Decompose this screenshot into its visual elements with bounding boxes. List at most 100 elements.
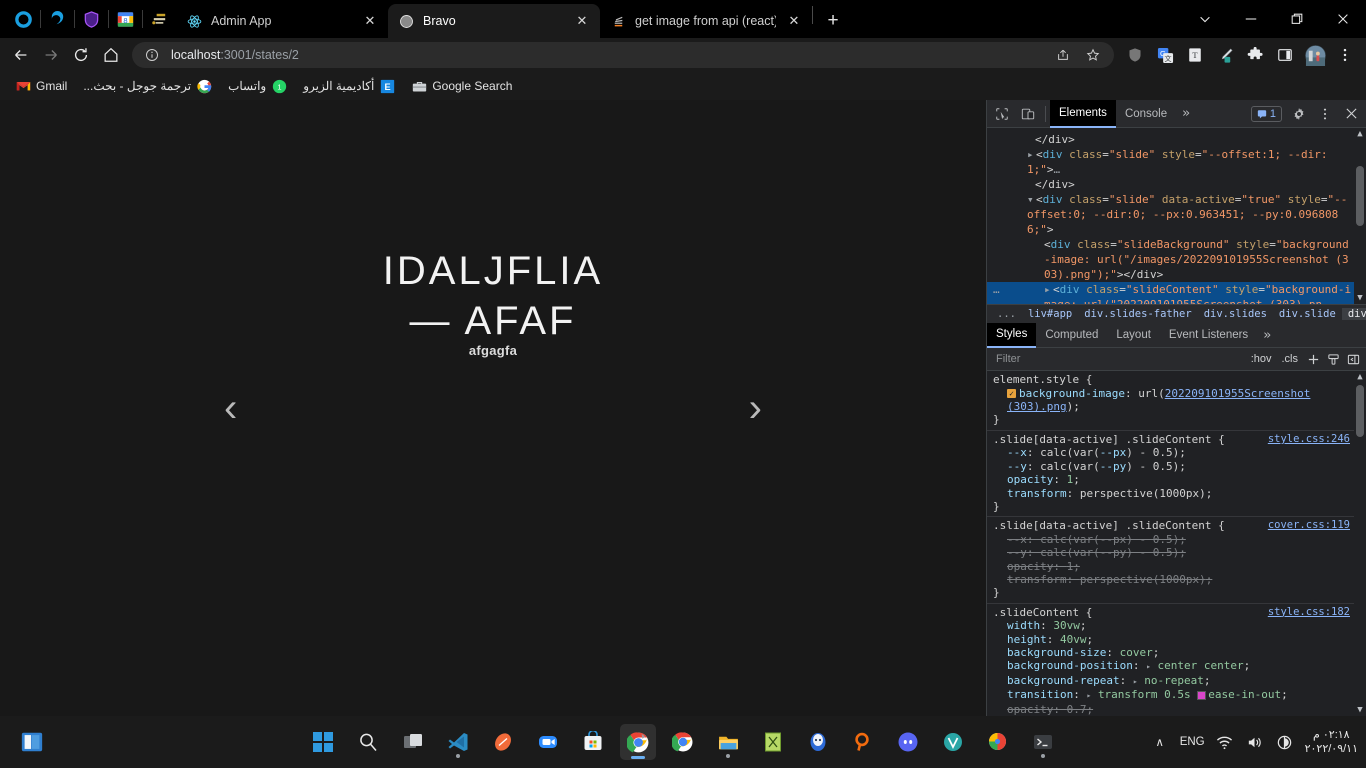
google-translate-icon[interactable]: G文 [1150, 40, 1180, 70]
expand-triangle-icon[interactable]: ▸ [1133, 677, 1138, 686]
dom-line[interactable]: </div> [987, 177, 1366, 192]
search-orange-icon[interactable] [845, 724, 881, 760]
tray-chevron-icon[interactable]: ∧ [1150, 732, 1170, 752]
tab-search-chevron-icon[interactable] [1182, 0, 1228, 38]
bookmark-google-search[interactable]: Google Search [404, 75, 519, 97]
sidebar-toggle-icon[interactable] [1344, 350, 1362, 368]
dom-line[interactable]: </div> [987, 132, 1366, 147]
pinned-tab-5[interactable] [142, 0, 176, 38]
breadcrumb-overflow-left[interactable]: ... [991, 308, 1022, 320]
pinned-tab-3[interactable] [74, 0, 108, 38]
declaration-value[interactable]: no-repeat [1144, 674, 1204, 687]
styles-rules[interactable]: element.style { ✓ background-image: url(2… [987, 371, 1366, 716]
declaration-overridden[interactable]: opacity: 0.7; [993, 703, 1352, 716]
maximize-button[interactable] [1274, 0, 1320, 38]
declaration-value[interactable]: 30vw [1053, 619, 1080, 632]
declaration-property[interactable]: width [1007, 619, 1040, 632]
declaration-value[interactable]: 40vw [1060, 633, 1087, 646]
declaration-property[interactable]: background-image [1019, 387, 1125, 400]
reload-button[interactable] [66, 40, 96, 70]
declaration-property[interactable]: --x [1007, 533, 1027, 546]
devtools-tab-elements[interactable]: Elements [1050, 99, 1116, 128]
declaration-overridden[interactable]: --y: calc(var(--py) - 0.5); [993, 546, 1352, 559]
declaration[interactable]: background-size: cover; [993, 646, 1352, 659]
extensions-puzzle-icon[interactable] [1240, 40, 1270, 70]
chrome-menu-icon[interactable] [1330, 40, 1360, 70]
scroll-down-arrow[interactable]: ▼ [1357, 292, 1362, 304]
zoom-icon[interactable] [530, 724, 566, 760]
declaration[interactable]: ✓ background-image: url(202209101955Scree… [993, 387, 1352, 414]
devtools-tab-console[interactable]: Console [1116, 100, 1176, 128]
declaration-property[interactable]: --y [1007, 460, 1027, 473]
device-toolbar-icon[interactable] [1015, 101, 1041, 127]
declaration-property[interactable]: transform [1007, 573, 1067, 586]
paint-icon[interactable] [980, 724, 1016, 760]
declaration-property[interactable]: opacity [1007, 473, 1053, 486]
scroll-track[interactable] [1354, 383, 1366, 704]
share-icon[interactable] [1052, 44, 1074, 66]
declaration-value[interactable]: center center [1158, 659, 1244, 672]
style-rule-slide-active-2[interactable]: cover.css:119 .slide[data-active] .slide… [987, 517, 1366, 604]
scroll-up-arrow[interactable]: ▲ [1357, 128, 1362, 140]
back-button[interactable] [6, 40, 36, 70]
declaration-property[interactable]: opacity [1007, 560, 1053, 573]
speaker-icon[interactable] [1245, 732, 1265, 752]
declaration[interactable]: width: 30vw; [993, 619, 1352, 632]
scroll-up-arrow[interactable]: ▲ [1357, 371, 1362, 383]
bookmark-elzero[interactable]: E أكاديمية الزيرو [296, 75, 402, 97]
breadcrumb-item[interactable]: liv#app [1022, 308, 1078, 320]
paintbrush-icon[interactable] [1324, 350, 1342, 368]
prev-slide-arrow[interactable]: ‹ [224, 388, 237, 428]
pane-tab-computed[interactable]: Computed [1036, 323, 1107, 348]
forward-button[interactable] [36, 40, 66, 70]
new-tab-button[interactable]: + [819, 7, 847, 35]
declaration-value[interactable]: cover [1120, 646, 1153, 659]
pane-tab-layout[interactable]: Layout [1107, 323, 1160, 348]
declaration-property[interactable]: background-size [1007, 646, 1106, 659]
pane-tab-event-listeners[interactable]: Event Listeners [1160, 323, 1257, 348]
styles-scrollbar[interactable]: ▲ ▼ [1354, 371, 1366, 716]
bookmark-whatsapp[interactable]: 1 واتساب [221, 75, 294, 97]
declaration-overridden[interactable]: opacity: 1; [993, 560, 1352, 573]
pane-more-tabs[interactable]: » [1257, 328, 1277, 343]
task-view-icon[interactable] [395, 724, 431, 760]
reading-mode-icon[interactable]: T [1180, 40, 1210, 70]
declaration-property[interactable]: --x [1007, 446, 1027, 459]
excel-icon[interactable] [755, 724, 791, 760]
cls-button[interactable]: .cls [1278, 353, 1303, 365]
info-circle-icon[interactable] [141, 44, 163, 66]
tab-close-button[interactable]: ✕ [360, 11, 380, 31]
taskbar-clock[interactable]: ٠٢:١٨ م ٢٠٢٢/٠٩/١١ [1305, 728, 1358, 756]
home-button[interactable] [96, 40, 126, 70]
wifi-icon[interactable] [1215, 732, 1235, 752]
declaration[interactable]: --x: calc(var(--px) - 0.5); [993, 446, 1352, 459]
vivaldi-icon[interactable] [935, 724, 971, 760]
styles-filter-input[interactable]: Filter [991, 353, 1245, 365]
tab-admin-app[interactable]: Admin App ✕ [176, 4, 388, 38]
style-rule-slidecontent[interactable]: style.css:182 .slideContent { width: 30v… [987, 604, 1366, 716]
file-explorer-icon[interactable] [710, 724, 746, 760]
discord-icon[interactable] [890, 724, 926, 760]
dom-line[interactable]: ▸ <div class="slide" style="--offset:1; -… [987, 147, 1366, 177]
declaration[interactable]: opacity: 1; [993, 473, 1352, 486]
scroll-thumb[interactable] [1356, 166, 1364, 226]
rule-source-link[interactable]: style.css:182 [1268, 606, 1350, 619]
terminal-icon[interactable] [1025, 724, 1061, 760]
rule-source-link[interactable]: cover.css:119 [1268, 519, 1350, 532]
bookmark-google-translate[interactable]: ترجمة جوجل - بحث... [76, 75, 219, 97]
kebab-menu-icon[interactable] [1312, 101, 1338, 127]
chrome-icon-2[interactable] [665, 724, 701, 760]
breadcrumb-item[interactable]: div.slide [1273, 308, 1342, 320]
declaration-value[interactable]: perspective(1000px) [1080, 573, 1206, 586]
breadcrumb-item[interactable]: div.slides-father [1078, 308, 1197, 320]
declaration-property[interactable]: --y [1007, 546, 1027, 559]
dom-tree[interactable]: </div> ▸ <div class="slide" style="--offs… [987, 128, 1366, 305]
language-indicator[interactable]: ENG [1180, 736, 1205, 748]
declaration-property[interactable]: transform [1007, 487, 1067, 500]
declaration[interactable]: background-repeat: ▸ no-repeat; [993, 674, 1352, 688]
declaration-property[interactable]: opacity [1007, 703, 1053, 716]
hov-button[interactable]: :hov [1247, 353, 1276, 365]
dom-scrollbar[interactable]: ▲ ▼ [1354, 128, 1366, 305]
dom-line[interactable]: <div class="slideBackground" style="back… [987, 237, 1366, 282]
brave-icon[interactable] [800, 724, 836, 760]
